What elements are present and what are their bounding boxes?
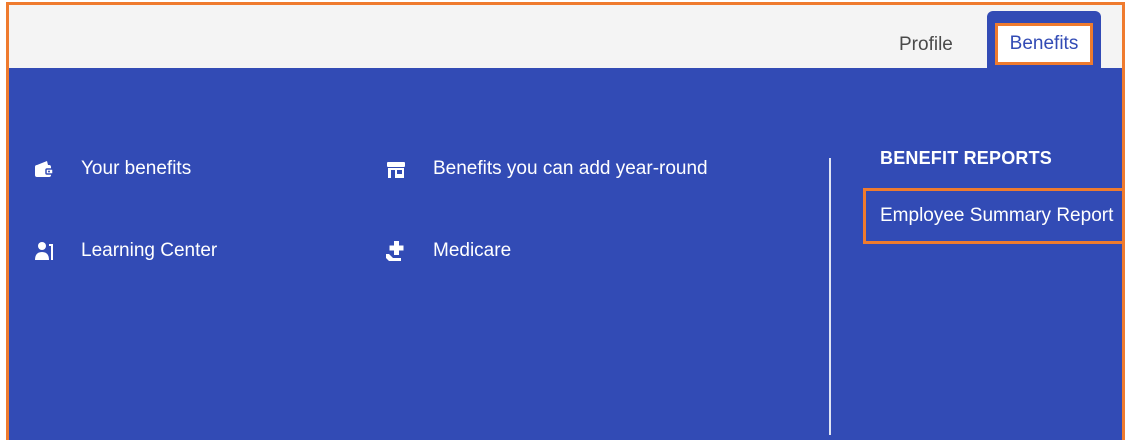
store-icon: [385, 158, 407, 180]
employee-summary-report-link[interactable]: Employee Summary Report: [863, 188, 1122, 244]
benefits-menu-frame: Profile Benefits Your benefits Benefits …: [6, 2, 1125, 440]
menu-item-label: Benefits you can add year-round: [433, 158, 708, 179]
menu-item-your-benefits[interactable]: Your benefits: [33, 158, 191, 180]
menu-item-label: Learning Center: [81, 240, 218, 261]
tab-benefits[interactable]: Benefits: [995, 23, 1093, 65]
learning-person-icon: [33, 240, 55, 262]
wallet-icon: [33, 158, 55, 180]
tab-profile[interactable]: Profile: [899, 35, 953, 54]
vertical-divider: [829, 158, 831, 435]
benefit-reports-heading: BENEFIT REPORTS: [880, 148, 1053, 168]
top-navigation-bar: Profile Benefits: [9, 5, 1122, 71]
tab-benefits-active-background: Benefits: [987, 11, 1101, 71]
menu-item-medicare[interactable]: Medicare: [385, 240, 511, 262]
medical-plus-icon: [385, 240, 407, 262]
menu-item-learning-center[interactable]: Learning Center: [33, 240, 217, 262]
menu-item-label: Your benefits: [81, 158, 192, 179]
menu-item-benefits-year-round[interactable]: Benefits you can add year-round: [385, 158, 708, 180]
menu-item-label: Medicare: [433, 240, 512, 261]
benefits-dropdown-panel: Your benefits Benefits you can add year-…: [9, 68, 1122, 440]
